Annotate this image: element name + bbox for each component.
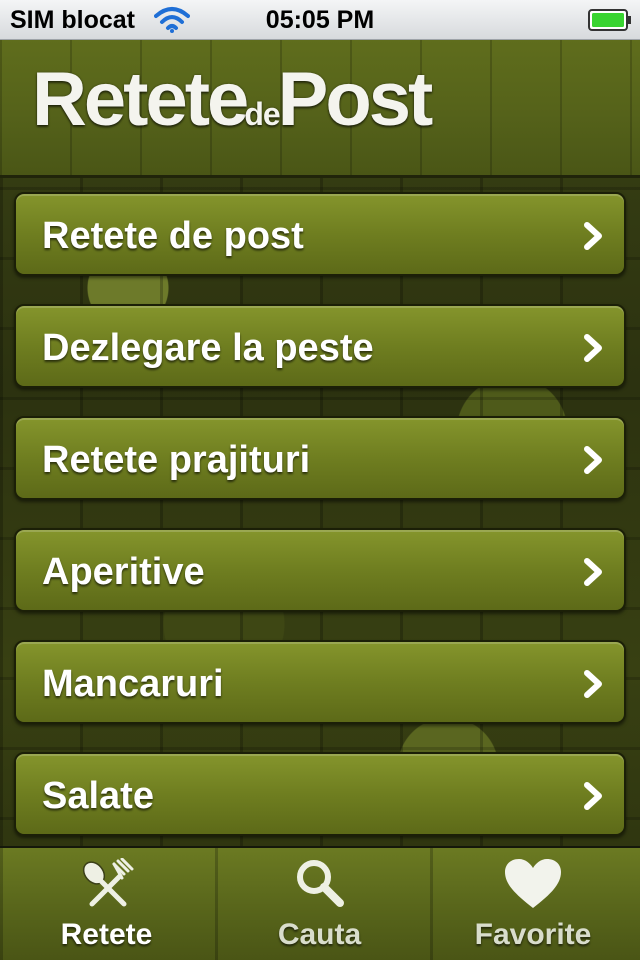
chevron-right-icon [584,334,602,362]
search-icon [296,860,344,907]
menu-item-label: Retete de post [42,215,304,257]
chevron-right-icon [584,222,602,250]
tab-label: Retete [60,918,153,951]
menu-item-label: Aperitive [42,551,205,593]
logo-word-post: Post [277,57,434,142]
tab-favorite[interactable]: Favorite [426,848,640,960]
chevron-right-icon [584,558,602,586]
battery-icon [588,9,631,31]
logo-word-retete: Retete [32,57,249,142]
chevron-right-icon [584,446,602,474]
tab-bar: Retete Cauta Favorite [0,846,640,960]
menu-item-label: Salate [42,775,154,817]
menu-item-retete-prajituri[interactable]: Retete prajituri [14,416,626,500]
menu-item-salate[interactable]: Salate [14,752,626,836]
app-logo: RetetedePost [32,62,433,138]
heart-icon [505,859,561,908]
logo-word-de: de [244,96,280,132]
menu-item-dezlegare-la-peste[interactable]: Dezlegare la peste [14,304,626,388]
menu-item-label: Mancaruri [42,663,224,705]
chevron-right-icon [584,782,602,810]
tab-retete[interactable]: Retete [0,848,213,960]
status-time: 05:05 PM [265,6,375,34]
status-bar: SIM blocat 05:05 PM [0,0,640,40]
tab-cauta[interactable]: Cauta [213,848,426,960]
menu-item-label: Dezlegare la peste [42,327,374,369]
menu-item-aperitive[interactable]: Aperitive [14,528,626,612]
chevron-right-icon [584,670,602,698]
menu-item-retete-de-post[interactable]: Retete de post [14,192,626,276]
app-header: RetetedePost [0,40,640,178]
tab-label: Favorite [474,918,592,951]
menu-item-mancaruri[interactable]: Mancaruri [14,640,626,724]
fork-spoon-icon [82,858,133,907]
app-screen: SIM blocat 05:05 PM RetetedePost Retete … [0,0,640,960]
tab-label: Cauta [277,918,362,951]
category-menu: Retete de post Dezlegare la peste Retete… [14,192,626,864]
menu-item-label: Retete prajituri [42,439,311,481]
